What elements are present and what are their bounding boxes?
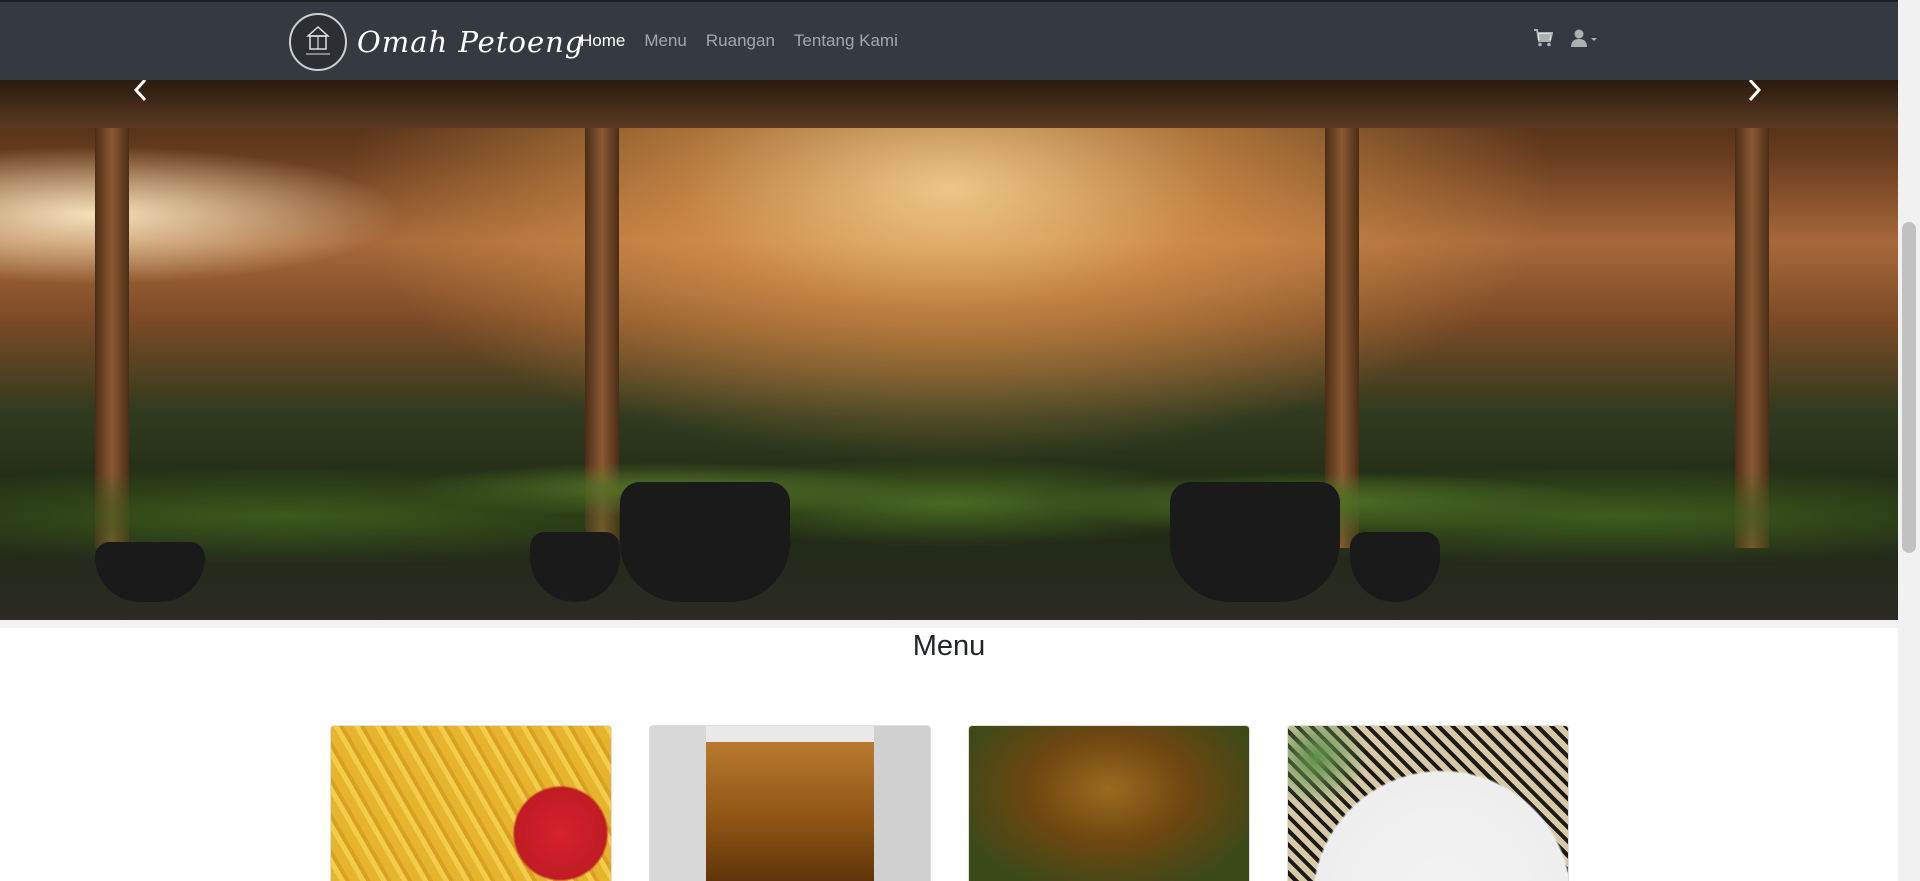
hero-carousel: [0, 80, 1898, 620]
nav-right: [1533, 29, 1599, 47]
nav-ruangan[interactable]: Ruangan: [706, 31, 775, 51]
hot-tea-glass-photo: [969, 726, 1249, 881]
scrollbar-thumb[interactable]: [1902, 222, 1916, 553]
carousel-prev-icon[interactable]: [131, 80, 155, 102]
menu-card-iced-tea[interactable]: [649, 725, 931, 881]
brand[interactable]: Omah Petoeng: [289, 13, 584, 71]
nav-tentang-kami[interactable]: Tentang Kami: [794, 31, 898, 51]
menu-card-hot-tea[interactable]: [968, 725, 1250, 881]
brand-name: Omah Petoeng: [357, 25, 585, 59]
section-divider: [0, 620, 1898, 628]
page-scrollbar[interactable]: [1898, 0, 1920, 881]
page: Omah Petoeng Home Menu Ruangan Tentang K…: [0, 0, 1898, 881]
brand-logo: [289, 13, 347, 71]
nav-home[interactable]: Home: [580, 31, 625, 51]
navbar: Omah Petoeng Home Menu Ruangan Tentang K…: [0, 0, 1898, 80]
menu-card-grilled-chicken[interactable]: [1287, 725, 1569, 881]
omah-petoeng-logo-icon: [306, 25, 330, 55]
carousel-next-icon[interactable]: [1744, 80, 1768, 102]
user-dropdown-icon[interactable]: [1571, 29, 1599, 47]
iced-tea-mug-photo: [650, 726, 930, 881]
menu-card-french-fries[interactable]: [330, 725, 612, 881]
cart-icon[interactable]: [1533, 29, 1553, 47]
restaurant-pendopo-photo: [0, 80, 1898, 620]
grilled-chicken-rice-photo: [1288, 726, 1568, 881]
nav-menu[interactable]: Menu: [644, 31, 687, 51]
nav-links: Home Menu Ruangan Tentang Kami: [580, 31, 898, 51]
french-fries-photo: [331, 726, 611, 881]
menu-section-title: Menu: [912, 630, 986, 662]
